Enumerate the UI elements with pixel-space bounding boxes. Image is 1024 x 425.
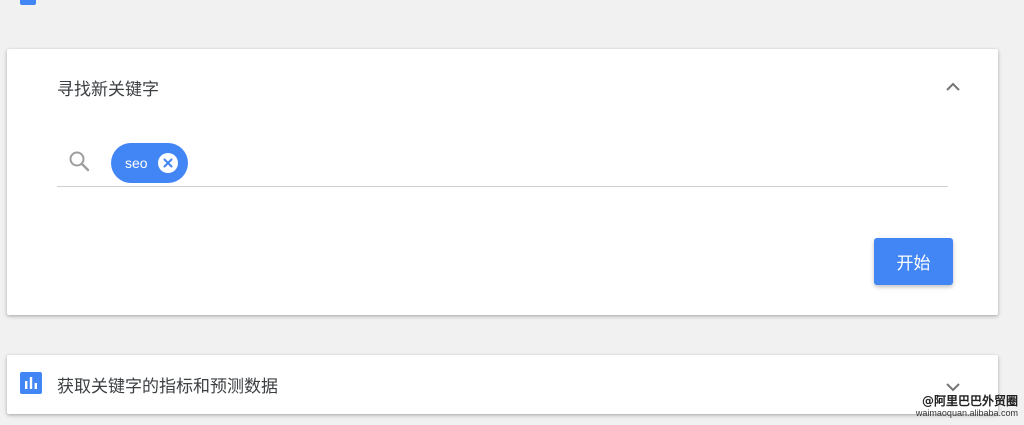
keyword-search-field[interactable]: seo [57,141,948,187]
chip-label: seo [125,155,148,171]
keyword-input[interactable] [257,147,941,181]
header-icon [20,0,36,5]
chevron-up-icon[interactable] [941,75,965,99]
page: 寻找新关键字 seo 开始 获取关键字的指标和预测数据 @阿里巴巴外贸圈 wai… [0,0,1024,425]
start-button[interactable]: 开始 [874,238,953,285]
close-circle-icon[interactable] [157,153,178,173]
cropped-header-strip [20,0,36,5]
bar-chart-icon [20,372,42,394]
card-title: 寻找新关键字 [57,80,159,100]
watermark: @阿里巴巴外贸圈 waimaoquan.alibaba.com [916,395,1018,418]
search-icon [67,149,91,173]
watermark-brand: @阿里巴巴外贸圈 [921,394,1018,408]
find-keywords-card: 寻找新关键字 seo 开始 [7,49,998,315]
card-title: 获取关键字的指标和预测数据 [57,377,278,397]
watermark-url: waimaoquan.alibaba.com [915,408,1018,418]
metrics-forecast-card[interactable]: 获取关键字的指标和预测数据 [7,355,998,414]
keyword-chip: seo [111,143,188,183]
